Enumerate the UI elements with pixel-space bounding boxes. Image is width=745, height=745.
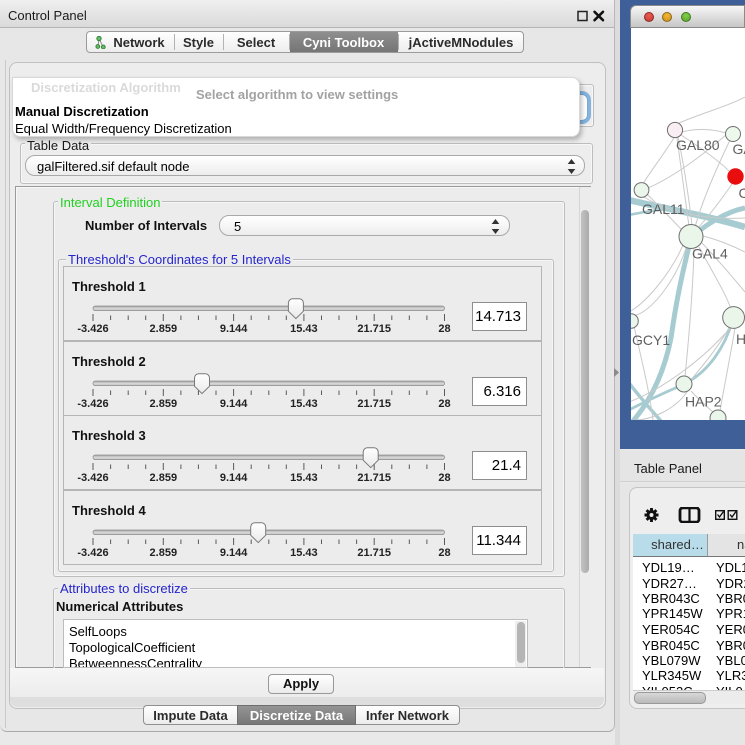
svg-text:GCY1: GCY1 — [632, 332, 670, 348]
svg-text:GAL11: GAL11 — [642, 201, 685, 217]
svg-text:GA: GA — [733, 141, 745, 157]
svg-text:GAL80: GAL80 — [676, 137, 720, 153]
svg-text:HAP2: HAP2 — [685, 394, 722, 410]
svg-text:H: H — [736, 331, 745, 347]
svg-text:GAL4: GAL4 — [692, 246, 728, 262]
svg-text:C: C — [739, 185, 745, 201]
